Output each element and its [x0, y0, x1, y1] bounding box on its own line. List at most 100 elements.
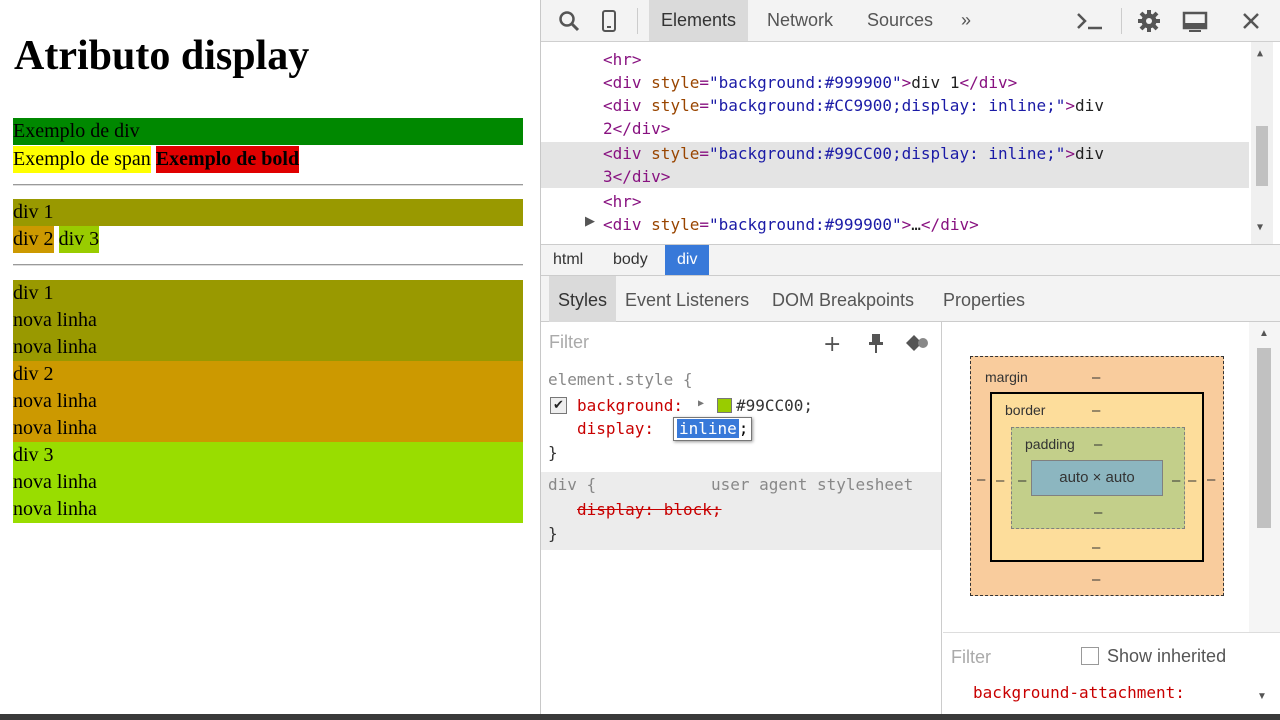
row3-block-div3: div 3 nova linha nova linha: [13, 442, 523, 523]
dom-tag: <hr>: [603, 192, 642, 211]
property-checkbox[interactable]: ✔: [550, 397, 567, 414]
user-agent-label: user agent stylesheet: [711, 475, 914, 494]
scroll-down-icon[interactable]: ▼: [1257, 222, 1263, 233]
dom-line-hr-2[interactable]: <hr>: [603, 190, 642, 213]
scroll-up-icon[interactable]: ▲: [1257, 48, 1263, 59]
breadcrumb-div[interactable]: div: [665, 245, 710, 275]
tab-sources[interactable]: Sources: [855, 0, 945, 41]
row3-div3-line: nova linha: [13, 498, 97, 520]
row3-div2-label: div 2: [13, 363, 54, 385]
dom-attr-name: style: [651, 96, 700, 115]
example-span: Exemplo de span: [13, 146, 151, 173]
expand-triangle-icon[interactable]: ▶: [585, 214, 595, 229]
tab-properties[interactable]: Properties: [934, 276, 1034, 322]
page-heading: Atributo display: [14, 33, 310, 79]
row3-block-div2: div 2 nova linha nova linha: [13, 361, 523, 442]
window-bottom-edge: [0, 714, 1280, 720]
border-right-value: –: [1188, 472, 1197, 489]
breadcrumb-body[interactable]: body: [601, 245, 660, 275]
dom-tag: </div>: [920, 215, 979, 234]
margin-left-value: –: [977, 471, 986, 488]
dom-line-div3-cont[interactable]: 3</div>: [603, 165, 670, 188]
dom-attr-value: "background:#CC9900;display: inline;": [708, 96, 1066, 115]
dom-attr-name: style: [651, 144, 700, 163]
property-name: background:: [577, 396, 683, 415]
border-bottom-value: –: [1092, 539, 1101, 556]
padding-box[interactable]: padding – – – – auto × auto: [1011, 427, 1185, 529]
tab-elements[interactable]: Elements: [649, 0, 749, 41]
tab-event-listeners[interactable]: Event Listeners: [616, 276, 758, 322]
computed-filter-input[interactable]: Filter: [951, 647, 991, 668]
inline-row-1: Exemplo de span Exemplo de bold: [13, 146, 300, 173]
scroll-up-icon[interactable]: ▲: [1259, 328, 1269, 339]
color-swatch[interactable]: [717, 398, 732, 413]
row3-block-div1: div 1 nova linha nova linha: [13, 280, 523, 361]
search-icon[interactable]: [557, 9, 581, 33]
margin-box[interactable]: margin – – – – border – – – – padding – …: [970, 356, 1224, 596]
add-rule-icon[interactable]: +: [823, 332, 841, 357]
expand-shorthand-icon[interactable]: ▶: [698, 398, 704, 409]
border-top-value: –: [1092, 402, 1101, 419]
more-tabs-button[interactable]: »: [949, 0, 983, 41]
border-left-value: –: [996, 472, 1005, 489]
gear-icon[interactable]: [1137, 9, 1161, 33]
display-declaration[interactable]: display:: [577, 417, 654, 440]
content-box[interactable]: auto × auto: [1031, 460, 1163, 496]
device-mode-icon[interactable]: [597, 9, 621, 33]
computed-property-name: background-attachment:: [973, 683, 1185, 702]
dom-line-div2-cont[interactable]: 2</div>: [603, 117, 670, 140]
dom-tree[interactable]: <hr> <div style="background:#999900">div…: [541, 42, 1280, 244]
dom-line-div2[interactable]: <div style="background:#CC9900;display: …: [603, 94, 1104, 117]
dom-text: …: [911, 215, 921, 234]
pin-icon[interactable]: [867, 332, 885, 358]
row3-div2-line: nova linha: [13, 417, 97, 439]
dom-scroll-thumb[interactable]: [1256, 126, 1268, 186]
scroll-down-icon[interactable]: ▼: [1257, 691, 1267, 702]
show-inherited-label: Show inherited: [1107, 646, 1227, 666]
box-model-scrollbar[interactable]: ▲: [1249, 322, 1280, 632]
row2-div1: div 1: [13, 199, 523, 226]
dom-line-div3-selected[interactable]: <div style="background:#99CC00;display: …: [603, 142, 1104, 165]
margin-right-value: –: [1207, 471, 1216, 488]
display-value-selected: inline: [677, 419, 739, 438]
tab-styles[interactable]: Styles: [549, 276, 617, 322]
devtools-panel: Elements Network Sources » <hr> <div sty…: [540, 0, 1280, 714]
tab-network[interactable]: Network: [755, 0, 845, 41]
padding-label: padding: [1025, 436, 1075, 452]
dom-line-div1[interactable]: <div style="background:#999900">div 1</d…: [603, 71, 1017, 94]
dom-attr-value: "background:#999900": [708, 215, 902, 234]
row3-div1-line: nova linha: [13, 336, 97, 358]
border-label: border: [1005, 402, 1046, 418]
rule-close-brace: }: [548, 443, 558, 462]
background-value[interactable]: #99CC00;: [736, 394, 813, 417]
content-size-value: auto × auto: [1059, 469, 1135, 486]
dom-line-div-collapsed[interactable]: <div style="background:#999900">…</div>: [603, 213, 979, 236]
console-drawer-icon[interactable]: [1075, 9, 1102, 33]
padding-bottom-value: –: [1094, 504, 1103, 521]
dom-text: div: [1075, 144, 1104, 163]
box-model-diagram: ▲ margin – – – – border – – – – padding …: [943, 322, 1280, 632]
rule-close-brace: }: [548, 524, 558, 543]
dom-line-hr[interactable]: <hr>: [603, 48, 642, 71]
dom-tag: <div: [603, 215, 652, 234]
row3-div3-line: nova linha: [13, 471, 97, 493]
breadcrumb-html[interactable]: html: [541, 245, 595, 275]
padding-left-value: –: [1018, 472, 1027, 489]
background-declaration[interactable]: background:: [577, 394, 683, 417]
show-inherited-checkbox[interactable]: [1081, 647, 1099, 665]
divider-2: [13, 264, 523, 266]
toolbar-separator: [1121, 8, 1122, 34]
display-value-editor[interactable]: inline;: [673, 417, 753, 441]
sidebar-tabs: Styles Event Listeners DOM Breakpoints P…: [541, 276, 1280, 322]
tab-dom-breakpoints[interactable]: DOM Breakpoints: [763, 276, 923, 322]
color-format-icon[interactable]: [905, 334, 929, 356]
close-icon[interactable]: [1239, 9, 1263, 33]
dom-scrollbar[interactable]: ▲ ▼: [1251, 42, 1273, 244]
rendered-page: Atributo display Exemplo de div Exemplo …: [0, 0, 540, 714]
box-model-scroll-thumb[interactable]: [1257, 348, 1271, 528]
dock-side-icon[interactable]: [1181, 9, 1211, 33]
padding-top-value: –: [1094, 436, 1103, 453]
styles-filter-input[interactable]: Filter: [549, 332, 589, 353]
dom-text: div: [1075, 96, 1104, 115]
border-box[interactable]: border – – – – padding – – – – auto × au…: [990, 392, 1204, 562]
